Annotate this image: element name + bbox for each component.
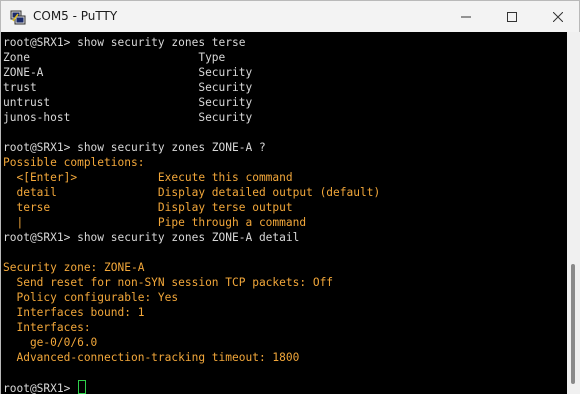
terminal-line: Interfaces bound: 1 [3,306,145,319]
terminal-line: junos-host Security [3,111,253,124]
terminal-line: Security zone: ZONE-A [3,261,145,274]
prompt-text: root@SRX1> [3,382,78,394]
title-bar[interactable]: COM5 - PuTTY [1,1,579,32]
text-cursor [78,380,87,394]
putty-window: COM5 - PuTTY root@SRX1> show security zo… [0,0,580,394]
terminal-line: Possible completions: [3,156,145,169]
terminal-line: root@SRX1> show security zones ZONE-A de… [3,231,300,244]
terminal-line: <[Enter]> Execute this command [3,171,293,184]
terminal-line: Interfaces: [3,321,91,334]
terminal-line: root@SRX1> show security zones ZONE-A ? [3,141,266,154]
terminal-line: Send reset for non-SYN session TCP packe… [3,276,334,289]
terminal-line: root@SRX1> show security zones terse [3,36,246,49]
terminal-output: root@SRX1> show security zones terse Zone… [1,35,567,394]
terminal-line: ge-0/0/6.0 [3,336,98,349]
maximize-button[interactable] [489,1,535,32]
prompt-line[interactable]: root@SRX1> [3,380,567,394]
maximize-icon [507,7,517,26]
terminal-line: Advanced-connection-tracking timeout: 18… [3,351,300,364]
minimize-icon [461,7,471,26]
scrollbar-thumb[interactable] [571,264,575,384]
terminal-line: trust Security [3,81,253,94]
terminal-line: terse Display terse output [3,201,293,214]
terminal-line: Policy configurable: Yes [3,291,179,304]
terminal-line: detail Display detailed output (default) [3,186,381,199]
terminal-line: ZONE-A Security [3,66,253,79]
window-title: COM5 - PuTTY [33,9,118,23]
terminal-line: | Pipe through a command [3,216,307,229]
putty-icon[interactable] [10,9,26,25]
terminal-line: Zone Type [3,51,226,64]
terminal-line: untrust Security [3,96,253,109]
close-button[interactable] [535,1,581,32]
close-icon [552,7,564,26]
vertical-scrollbar[interactable] [567,32,580,394]
terminal-screen[interactable]: root@SRX1> show security zones terse Zone… [1,32,567,394]
minimize-button[interactable] [443,1,489,32]
